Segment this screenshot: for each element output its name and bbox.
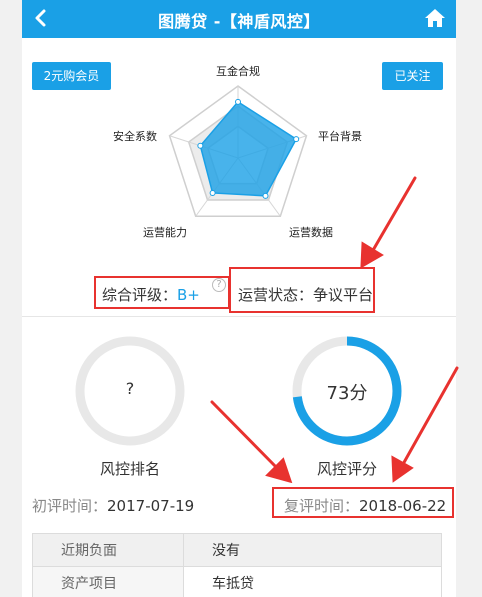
risk-rank-caption: 风控排名	[99, 460, 160, 478]
radar-point	[209, 189, 216, 196]
first-review-time: 初评时间：2017-07-19	[32, 495, 194, 516]
page: 图腾贷 -【神盾风控】 2元购会员 已关注 互金合规 平台背景 运营数据 运营能…	[0, 0, 482, 597]
risk-rank-value: ?	[125, 379, 135, 398]
risk-score-gauge: 73分	[291, 335, 403, 447]
table-value: 车抵贷	[183, 566, 442, 597]
first-review-value: 2017-07-19	[107, 497, 195, 515]
page-title: 图腾贷 -【神盾风控】	[158, 12, 320, 31]
table-row: 资产项目 车抵贷	[32, 566, 442, 597]
radar-axis-label: 安全系数	[113, 129, 157, 143]
risk-score-caption: 风控评分	[316, 460, 377, 478]
risk-score-value: 73分	[326, 383, 368, 404]
help-icon[interactable]: ?	[212, 278, 226, 292]
overall-rating-value: B+	[177, 286, 200, 304]
radar-point	[197, 142, 204, 149]
first-review-label: 初评时间：	[32, 497, 108, 515]
overall-rating: 综合评级：B+	[102, 284, 200, 305]
radar-point	[262, 192, 269, 199]
second-review-time: 复评时间：2018-06-22	[284, 495, 446, 516]
table-value: 没有	[183, 533, 442, 567]
radar-point	[235, 98, 241, 105]
second-review-value: 2018-06-22	[359, 497, 447, 515]
radar-axis-label: 互金合规	[216, 64, 260, 78]
header-bar: 图腾贷 -【神盾风控】	[22, 0, 456, 38]
home-icon[interactable]	[424, 8, 446, 28]
table-key: 近期负面	[32, 533, 184, 567]
table-key: 资产项目	[32, 566, 184, 597]
operation-status: 运营状态：争议平台	[238, 286, 374, 304]
risk-radar-chart: 互金合规 平台背景 运营数据 运营能力 安全系数	[113, 64, 362, 239]
radar-axis-label: 运营能力	[143, 225, 187, 239]
right-gutter	[456, 0, 482, 597]
radar-axis-label: 运营数据	[289, 225, 333, 239]
left-gutter	[0, 0, 22, 597]
section-divider	[22, 316, 456, 317]
follow-button[interactable]: 已关注	[382, 62, 443, 90]
radar-point	[293, 136, 300, 143]
table-row: 近期负面 没有	[32, 533, 442, 567]
radar-axis-label: 平台背景	[318, 129, 362, 143]
platform-info-table: 近期负面 没有 资产项目 车抵贷	[32, 533, 442, 597]
risk-rank-gauge: ?	[74, 335, 186, 447]
overall-rating-label: 综合评级：	[102, 286, 178, 304]
second-review-label: 复评时间：	[284, 497, 360, 515]
